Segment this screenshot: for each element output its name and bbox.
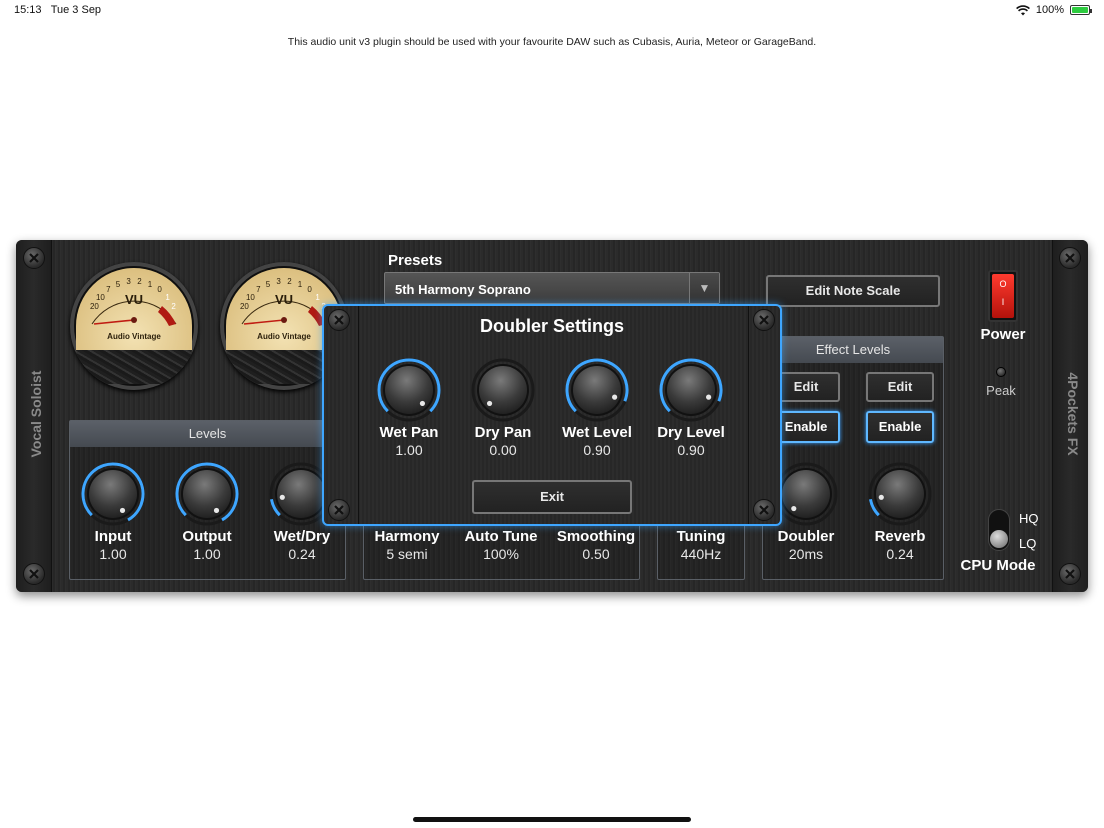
power-off-mark: I bbox=[1001, 297, 1005, 307]
smoothing-label: Smoothing bbox=[556, 528, 636, 545]
wet-pan-value: 1.00 bbox=[395, 442, 423, 458]
dry-pan-label: Dry Pan bbox=[474, 424, 532, 441]
screw-icon bbox=[1059, 563, 1081, 585]
left-rail: Vocal Soloist bbox=[16, 240, 52, 592]
battery-icon bbox=[1070, 5, 1092, 15]
reverb-knob[interactable] bbox=[867, 461, 933, 527]
preset-dropdown[interactable]: 5th Harmony Soprano ▼ bbox=[384, 272, 720, 304]
effect-levels-title: Effect Levels bbox=[763, 337, 943, 363]
dry-level-label: Dry Level bbox=[657, 424, 725, 441]
vu-scale-tick: 1 bbox=[315, 292, 320, 302]
cpu-mode-label: CPU Mode bbox=[960, 557, 1036, 574]
edit-note-scale-button[interactable]: Edit Note Scale bbox=[766, 275, 940, 307]
screw-icon bbox=[328, 499, 350, 521]
screw-icon bbox=[23, 247, 45, 269]
output-value: 1.00 bbox=[193, 546, 221, 562]
wet-pan-knob[interactable] bbox=[376, 357, 442, 423]
cpu-lq-label[interactable]: LQ bbox=[1019, 536, 1036, 551]
exit-button[interactable]: Exit bbox=[472, 480, 632, 514]
auto-tune-label: Auto Tune bbox=[464, 528, 538, 545]
plugin-notice: This audio unit v3 plugin should be used… bbox=[287, 36, 817, 48]
dry-pan-value: 0.00 bbox=[489, 442, 517, 458]
doubler-label: Doubler bbox=[777, 528, 835, 545]
power-label: Power bbox=[980, 326, 1026, 343]
vu-grunge bbox=[76, 350, 192, 384]
wifi-icon bbox=[1015, 4, 1030, 15]
smoothing-value: 0.50 bbox=[582, 546, 610, 562]
screw-icon bbox=[328, 309, 350, 331]
modal-divider bbox=[748, 306, 749, 524]
status-bar: 15:13 Tue 3 Sep 100% bbox=[0, 0, 1104, 20]
output-label: Output bbox=[182, 528, 232, 545]
dry-pan-knob[interactable] bbox=[470, 357, 536, 423]
wet-level-label: Wet Level bbox=[562, 424, 632, 441]
vendor-label: 4Pockets FX bbox=[1065, 372, 1081, 456]
edit-reverb-button[interactable]: Edit bbox=[866, 372, 934, 402]
home-indicator[interactable] bbox=[413, 817, 691, 822]
dialog-title: Doubler Settings bbox=[479, 316, 624, 336]
preset-value: 5th Harmony Soprano bbox=[395, 282, 531, 297]
harmony-label: Harmony bbox=[374, 528, 440, 545]
wet-dry-label: Wet/Dry bbox=[273, 528, 331, 545]
auto-tune-value: 100% bbox=[483, 546, 519, 562]
tuning-label: Tuning bbox=[676, 528, 726, 545]
vu-scale-tick: 1 bbox=[165, 292, 170, 302]
doubler-settings-dialog: Doubler Settings Wet Pan 1.00 Dry Pan 0.… bbox=[322, 304, 782, 526]
vu-scale-tick: 20 bbox=[239, 301, 249, 311]
dry-level-knob[interactable] bbox=[658, 357, 724, 423]
input-knob[interactable] bbox=[80, 461, 146, 527]
vu-brand: Audio Vintage bbox=[107, 332, 161, 341]
screw-icon bbox=[1059, 247, 1081, 269]
vu-scale-tick: 2 bbox=[171, 301, 176, 311]
peak-led-icon bbox=[996, 367, 1006, 377]
power-rocker[interactable]: O I bbox=[992, 274, 1014, 318]
cpu-hq-label[interactable]: HQ bbox=[1019, 511, 1039, 526]
status-right: 100% bbox=[1015, 4, 1092, 16]
power-switch[interactable]: O I bbox=[988, 270, 1018, 322]
toggle-thumb[interactable] bbox=[990, 530, 1008, 548]
edit-doubler-button[interactable]: Edit bbox=[772, 372, 840, 402]
wet-level-value: 0.90 bbox=[583, 442, 611, 458]
doubler-knob[interactable] bbox=[773, 461, 839, 527]
input-label: Input bbox=[94, 528, 132, 545]
screw-icon bbox=[753, 499, 775, 521]
reverb-label: Reverb bbox=[874, 528, 926, 545]
presets-label: Presets bbox=[388, 252, 443, 269]
output-knob[interactable] bbox=[174, 461, 240, 527]
cpu-mode-toggle[interactable] bbox=[988, 509, 1010, 551]
date-text: Tue 3 Sep bbox=[50, 4, 102, 16]
battery-fill bbox=[1072, 7, 1088, 13]
plugin-name-label: Vocal Soloist bbox=[28, 370, 44, 458]
wet-pan-label: Wet Pan bbox=[379, 424, 439, 441]
screw-icon bbox=[753, 309, 775, 331]
dry-level-value: 0.90 bbox=[677, 442, 705, 458]
harmony-value: 5 semi bbox=[386, 546, 428, 562]
power-on-mark: O bbox=[999, 279, 1007, 289]
wet-dry-value: 0.24 bbox=[288, 546, 316, 562]
enable-reverb-button[interactable]: Enable bbox=[866, 411, 934, 443]
vu-scale-tick: 20 bbox=[89, 301, 99, 311]
chevron-down-icon[interactable]: ▼ bbox=[689, 273, 719, 303]
peak-label: Peak bbox=[986, 383, 1016, 398]
battery-percent: 100% bbox=[1035, 4, 1064, 16]
right-rail: 4Pockets FX bbox=[1052, 240, 1088, 592]
modal-divider bbox=[358, 306, 359, 524]
levels-panel-title: Levels bbox=[70, 421, 345, 447]
tuning-value: 440Hz bbox=[680, 546, 722, 562]
enable-doubler-button[interactable]: Enable bbox=[772, 411, 840, 443]
reverb-value: 0.24 bbox=[886, 546, 914, 562]
status-time: 15:13 Tue 3 Sep bbox=[14, 4, 101, 16]
input-value: 1.00 bbox=[99, 546, 127, 562]
screw-icon bbox=[23, 563, 45, 585]
doubler-value: 20ms bbox=[788, 546, 824, 562]
wet-level-knob[interactable] bbox=[564, 357, 630, 423]
time-text: 15:13 bbox=[14, 4, 42, 16]
